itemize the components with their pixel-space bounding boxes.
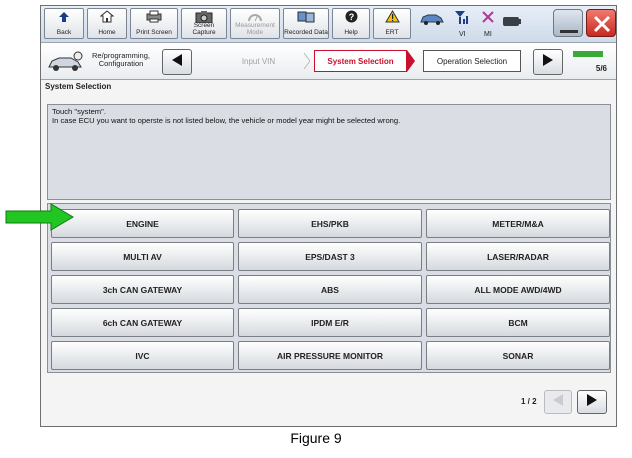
printer-icon	[145, 10, 163, 28]
vehicle-icon	[419, 12, 445, 31]
progress-text: 5/6	[595, 64, 607, 73]
screen-capture-label: Screen Capture	[192, 22, 216, 36]
back-button[interactable]: Back	[44, 8, 84, 39]
screen-capture-button[interactable]: Screen Capture	[181, 8, 227, 39]
prev-page-button[interactable]	[544, 390, 572, 414]
measurement-mode-label: Measurement Mode	[235, 22, 275, 36]
system-button-bcm[interactable]: BCM	[426, 308, 610, 337]
vi-label: VI	[459, 31, 466, 38]
ert-button[interactable]: ERT	[373, 8, 411, 39]
system-button-meter-m-a[interactable]: METER/M&A	[426, 209, 610, 238]
help-label: Help	[344, 29, 358, 36]
triangle-right-icon	[586, 393, 598, 412]
warning-icon	[384, 10, 400, 28]
app-window: Back Home Print Screen Screen Capture Me…	[40, 5, 617, 427]
green-arrow-icon	[5, 203, 75, 236]
svg-text:?: ?	[348, 12, 354, 22]
recorded-data-button[interactable]: Recorded Data	[283, 8, 329, 39]
battery-icon	[502, 15, 522, 33]
reprogramming-car-icon	[47, 51, 85, 78]
step-pointer-icon	[407, 50, 415, 77]
step-divider-icon	[303, 52, 311, 74]
system-button-ivc[interactable]: IVC	[51, 341, 234, 370]
nav-back-button[interactable]	[162, 49, 192, 75]
page-indicator: 1 / 2	[521, 397, 537, 406]
reprogramming-label: Re/programming, Configuration	[92, 51, 150, 68]
print-screen-button[interactable]: Print Screen	[130, 8, 178, 39]
system-button-eps-dast-3[interactable]: EPS/DAST 3	[238, 242, 422, 271]
instruction-message: Touch "system". In case ECU you want to …	[47, 104, 611, 200]
measurement-mode-button[interactable]: Measurement Mode	[230, 8, 280, 39]
signal-vi-icon	[453, 9, 471, 30]
system-button-abs[interactable]: ABS	[238, 275, 422, 304]
help-button[interactable]: ? Help	[332, 8, 370, 39]
system-button-3ch-can-gateway[interactable]: 3ch CAN GATEWAY	[51, 275, 234, 304]
minimize-button[interactable]	[553, 9, 583, 37]
system-grid: ENGINE EHS/PKB METER/M&A MULTI AV EPS/DAST 3…	[47, 203, 611, 373]
close-icon	[592, 14, 612, 39]
step-operation-selection: Operation Selection	[423, 50, 521, 72]
print-screen-label: Print Screen	[136, 29, 172, 36]
close-button[interactable]	[586, 9, 616, 37]
triangle-left-icon	[171, 53, 183, 72]
system-button-ipdm-e-r[interactable]: IPDM E/R	[238, 308, 422, 337]
ert-label: ERT	[385, 29, 399, 36]
progress-indicator: 5/6	[573, 51, 609, 73]
system-button-multi-av[interactable]: MULTI AV	[51, 242, 234, 271]
mi-label: MI	[484, 31, 492, 38]
minimize-icon	[560, 30, 578, 33]
system-button-sonar[interactable]: SONAR	[426, 341, 610, 370]
figure-caption: Figure 9	[290, 430, 342, 446]
triangle-right-icon	[542, 53, 554, 72]
home-label: Home	[98, 29, 116, 36]
system-button-ehs-pkb[interactable]: EHS/PKB	[238, 209, 422, 238]
mi-status-icon	[481, 10, 495, 29]
recorded-data-label: Recorded Data	[284, 29, 328, 36]
back-arrow-icon	[58, 10, 70, 28]
recorded-data-icon	[296, 10, 316, 28]
system-button-6ch-can-gateway[interactable]: 6ch CAN GATEWAY	[51, 308, 234, 337]
toolbar: Back Home Print Screen Screen Capture Me…	[41, 6, 616, 43]
system-button-laser-radar[interactable]: LASER/RADAR	[426, 242, 610, 271]
home-button[interactable]: Home	[87, 8, 127, 39]
page-title: System Selection	[45, 82, 112, 91]
back-label: Back	[56, 29, 72, 36]
system-button-air-pressure-monitor[interactable]: AIR PRESSURE MONITOR	[238, 341, 422, 370]
step-input-vin: Input VIN	[241, 56, 276, 66]
help-icon: ?	[345, 10, 358, 28]
next-page-button[interactable]	[577, 390, 607, 414]
instruction-line-2: In case ECU you want to operste is not l…	[52, 116, 401, 125]
system-button-all-mode-awd-4wd[interactable]: ALL MODE AWD/4WD	[426, 275, 610, 304]
step-system-selection: System Selection	[314, 50, 407, 72]
nav-next-button[interactable]	[533, 49, 563, 75]
instruction-line-1: Touch "system".	[52, 107, 106, 116]
triangle-left-disabled-icon	[552, 393, 564, 412]
pager: 1 / 2	[47, 376, 611, 422]
system-button-engine[interactable]: ENGINE	[51, 209, 234, 238]
reprogramming-mode-indicator: Re/programming, Configuration	[45, 47, 157, 75]
home-icon	[99, 10, 115, 28]
progress-bar	[573, 51, 603, 57]
navigation-bar: Re/programming, Configuration Input VIN …	[41, 43, 616, 80]
